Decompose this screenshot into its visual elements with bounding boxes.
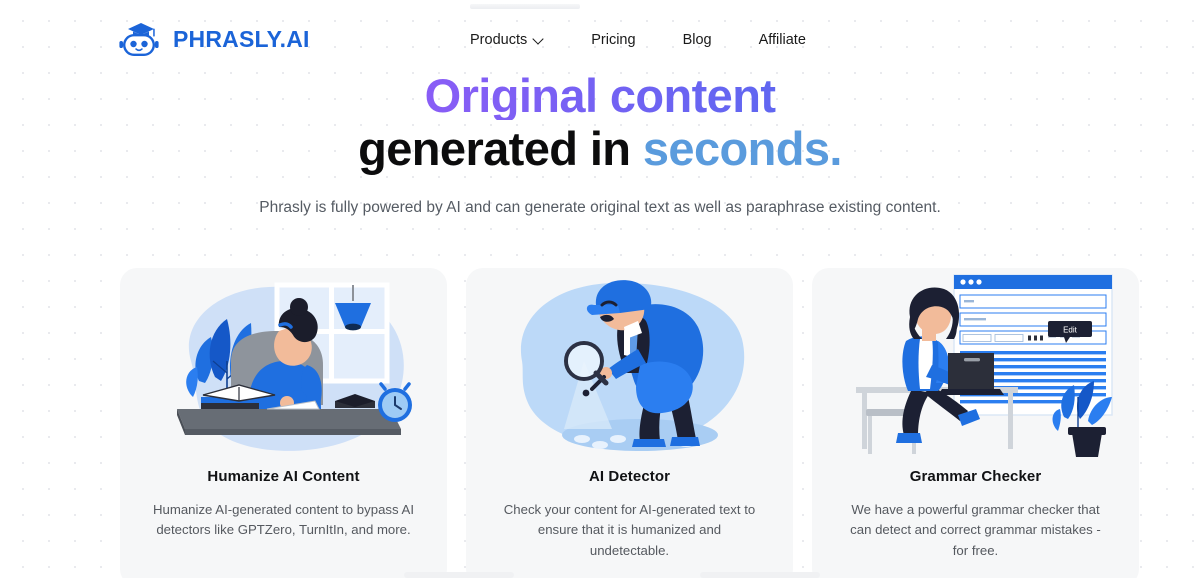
nav-item-pricing[interactable]: Pricing: [591, 26, 635, 54]
feature-card-title: AI Detector: [588, 468, 671, 485]
headline-line-2-accent: seconds.: [642, 121, 843, 175]
feature-card-ai-detector[interactable]: AI Detector Check your content for AI-ge…: [466, 268, 793, 578]
bottom-partial-element-right: [700, 572, 820, 578]
brand-name: PHRASLY.AI: [173, 25, 310, 52]
headline-line-2: generated in seconds.: [0, 121, 1200, 175]
robot-graduation-cap-icon: [118, 18, 164, 60]
feature-cards: Humanize AI Content Humanize AI-generate…: [120, 268, 1140, 578]
detective-with-magnifying-glass-illustration: [466, 268, 793, 466]
woman-with-laptop-and-editor-window-illustration: Edit: [812, 268, 1139, 466]
person-studying-at-desk-illustration: [120, 268, 447, 466]
nav-item-affiliate[interactable]: Affiliate: [759, 26, 806, 54]
feature-card-title: Humanize AI Content: [207, 468, 360, 485]
nav-item-blog-label: Blog: [682, 32, 712, 48]
nav-item-products[interactable]: Products: [470, 26, 544, 54]
feature-card-humanize-ai-content[interactable]: Humanize AI Content Humanize AI-generate…: [120, 268, 447, 578]
nav-item-pricing-label: Pricing: [591, 32, 636, 48]
hero-subtitle: Phrasly is fully powered by AI and can g…: [259, 198, 941, 216]
brand-logo[interactable]: PHRASLY.AI: [118, 18, 310, 60]
nav-item-products-label: Products: [470, 32, 528, 48]
feature-card-title: Grammar Checker: [909, 468, 1042, 485]
page-title: Original content generated in seconds.: [0, 72, 1200, 173]
chevron-down-icon: [534, 35, 544, 45]
headline-line-2-dark: generated in: [358, 121, 643, 175]
hero-section: Original content generated in seconds. P…: [0, 72, 1200, 222]
nav-item-affiliate-label: Affiliate: [758, 32, 806, 48]
nav-item-blog[interactable]: Blog: [683, 26, 712, 54]
main-navigation: Products Pricing Blog Affiliate: [470, 26, 806, 54]
page-root: PHRASLY.AI Products Pricing Blog Affilia…: [0, 0, 1200, 578]
headline-line-1: Original content: [0, 72, 1200, 120]
feature-card-description: Check your content for AI-generated text…: [503, 502, 756, 558]
site-header: PHRASLY.AI Products Pricing Blog Affilia…: [0, 0, 1200, 78]
feature-card-description: Humanize AI-generated content to bypass …: [153, 502, 414, 538]
bottom-partial-element-left: [404, 572, 514, 578]
svg-text:Edit: Edit: [1063, 326, 1078, 335]
feature-card-description: We have a powerful grammar checker that …: [850, 502, 1101, 558]
feature-card-grammar-checker[interactable]: Edit Grammar Checker We have a powerful …: [812, 268, 1139, 578]
